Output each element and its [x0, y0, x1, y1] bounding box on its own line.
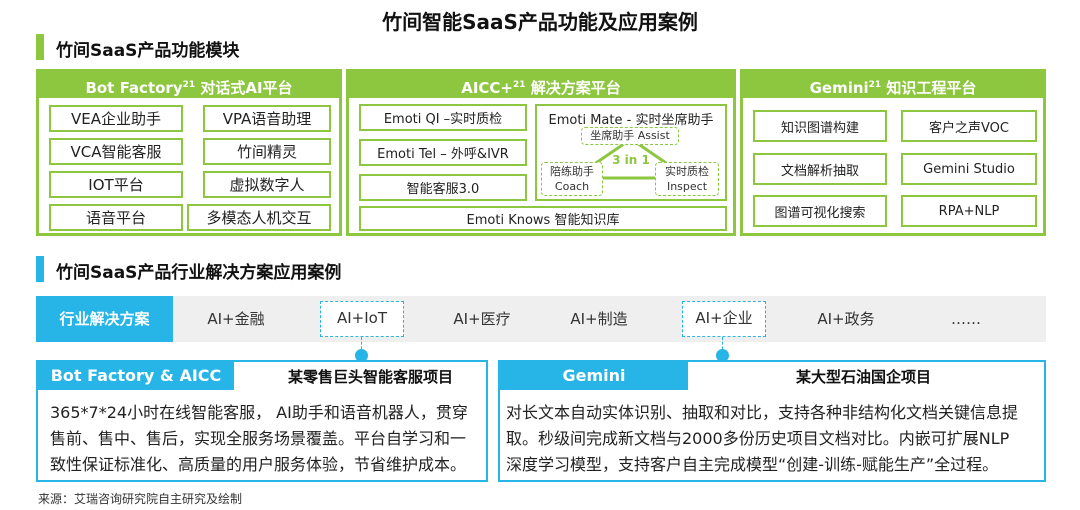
- three-in-one-label: 3 in 1: [612, 153, 650, 167]
- source-note: 来源：艾瑞咨询研究院自主研究及绘制: [38, 492, 243, 506]
- section-marker: [36, 34, 44, 60]
- coach-box: 陪练助手 Coach: [541, 162, 603, 196]
- tab-ai-iot[interactable]: AI+IoT: [320, 301, 404, 337]
- case-line: 深度学习模型，支持客户自主完成模型“创建-训练-赋能生产”全过程。: [506, 455, 999, 474]
- gemini-item: 图谱可视化搜索: [753, 195, 887, 227]
- section-title-modules: 竹间SaaS产品功能模块: [56, 41, 240, 61]
- case-label: Gemini: [500, 362, 688, 390]
- aicc-panel: AICC+21 解决方案平台 Emoti QI –实时质检 Emoti Tel …: [346, 69, 736, 236]
- aicc-subtitle: 解决方案平台: [525, 79, 621, 97]
- tab-ai-finance[interactable]: AI+金融: [186, 296, 286, 342]
- section-marker: [36, 256, 44, 282]
- coach-label-en: Coach: [554, 180, 590, 193]
- industry-tab-strip: 行业解决方案 AI+金融 AI+IoT AI+医疗 AI+制造 AI+企业 AI…: [36, 296, 1046, 342]
- bot-factory-panel: Bot Factory21 对话式AI平台 VEA企业助手 VPA语音助理 VC…: [36, 69, 342, 236]
- case-line: 致性保证标准化、高质量的用户服务体验，节省维护成本。: [50, 455, 467, 474]
- emoti-mate-box: Emoti Mate - 实时坐席助手 坐席助手 Assist 3 in 1 陪…: [535, 104, 727, 201]
- aicc-item: Emoti QI –实时质检: [359, 104, 527, 131]
- tab-ai-enterprise[interactable]: AI+企业: [682, 301, 766, 337]
- gemini-sup: 21: [868, 80, 882, 90]
- bf-item: 多模态人机交互: [187, 204, 331, 231]
- tab-more[interactable]: ……: [916, 296, 1016, 342]
- gemini-item: 知识图谱构建: [753, 110, 887, 142]
- bf-item: 虚拟数字人: [203, 171, 331, 198]
- inspect-box: 实时质检 Inspect: [655, 162, 719, 196]
- case-card-retail: Bot Factory & AICC 某零售巨头智能客服项目 365*7*24小…: [36, 360, 488, 482]
- case-line: 取。秒级间完成新文档与2000多份历史项目文档对比。内嵌可扩展NLP: [506, 429, 1010, 448]
- bf-item: 语音平台: [49, 204, 183, 231]
- assist-box: 坐席助手 Assist: [581, 127, 679, 145]
- aicc-name: AICC+: [461, 79, 513, 97]
- gemini-item: RPA+NLP: [901, 195, 1037, 227]
- case-label: Bot Factory & AICC: [38, 362, 234, 390]
- gemini-panel: Gemini21 知识工程平台 知识图谱构建 客户之声VOC 文档解析抽取 Ge…: [740, 69, 1046, 236]
- inspect-label-en: Inspect: [666, 180, 708, 193]
- case-card-petroleum: Gemini 某大型石油国企项目 对长文本自动实体识别、抽取和对比，支持各种非结…: [498, 360, 1046, 482]
- gemini-header: Gemini21 知识工程平台: [743, 72, 1043, 98]
- tab-ai-manufacturing[interactable]: AI+制造: [549, 296, 649, 342]
- gemini-item: Gemini Studio: [901, 153, 1037, 185]
- bot-factory-name: Bot Factory: [85, 79, 183, 97]
- bot-factory-sup: 21: [182, 80, 196, 90]
- case-description: 对长文本自动实体识别、抽取和对比，支持各种非结构化文档关键信息提 取。秒级间完成…: [506, 400, 1046, 478]
- section-title-cases: 竹间SaaS产品行业解决方案应用案例: [56, 263, 342, 283]
- case-heading: 某零售巨头智能客服项目: [288, 368, 454, 386]
- case-heading: 某大型石油国企项目: [796, 368, 932, 386]
- aicc-item: Emoti Tel – 外呼&IVR: [359, 139, 527, 166]
- tab-ai-government[interactable]: AI+政务: [796, 296, 896, 342]
- page-title: 竹间智能SaaS产品功能及应用案例: [382, 10, 698, 34]
- emoti-knows-item: Emoti Knows 智能知识库: [359, 206, 727, 231]
- inspect-label: 实时质检: [665, 165, 709, 178]
- case-line: 365*7*24小时在线智能客服， AI助手和语音机器人，贯穿: [50, 403, 468, 422]
- aicc-sup: 21: [513, 80, 526, 90]
- case-line: 对长文本自动实体识别、抽取和对比，支持各种非结构化文档关键信息提: [506, 403, 1019, 422]
- bf-item: IOT平台: [49, 171, 183, 198]
- bf-item: VPA语音助理: [203, 105, 331, 132]
- bot-factory-header: Bot Factory21 对话式AI平台: [39, 72, 339, 98]
- gemini-subtitle: 知识工程平台: [881, 79, 977, 97]
- bf-item: 竹间精灵: [203, 138, 331, 165]
- aicc-header: AICC+21 解决方案平台: [349, 72, 733, 98]
- aicc-item: 智能客服3.0: [359, 174, 527, 201]
- coach-label: 陪练助手: [550, 165, 594, 178]
- bot-factory-subtitle: 对话式AI平台: [195, 79, 293, 97]
- bf-item: VCA智能客服: [49, 138, 183, 165]
- tab-ai-medical[interactable]: AI+医疗: [432, 296, 532, 342]
- case-line: 售前、售中、售后，实现全服务场景覆盖。平台自学习和一: [50, 429, 467, 448]
- bf-item: VEA企业助手: [49, 105, 183, 132]
- gemini-item: 文档解析抽取: [753, 153, 887, 185]
- gemini-name: Gemini: [809, 79, 869, 97]
- case-description: 365*7*24小时在线智能客服， AI助手和语音机器人，贯穿 售前、售中、售后…: [50, 400, 486, 478]
- tab-industry-solutions[interactable]: 行业解决方案: [36, 296, 173, 342]
- gemini-item: 客户之声VOC: [901, 110, 1037, 142]
